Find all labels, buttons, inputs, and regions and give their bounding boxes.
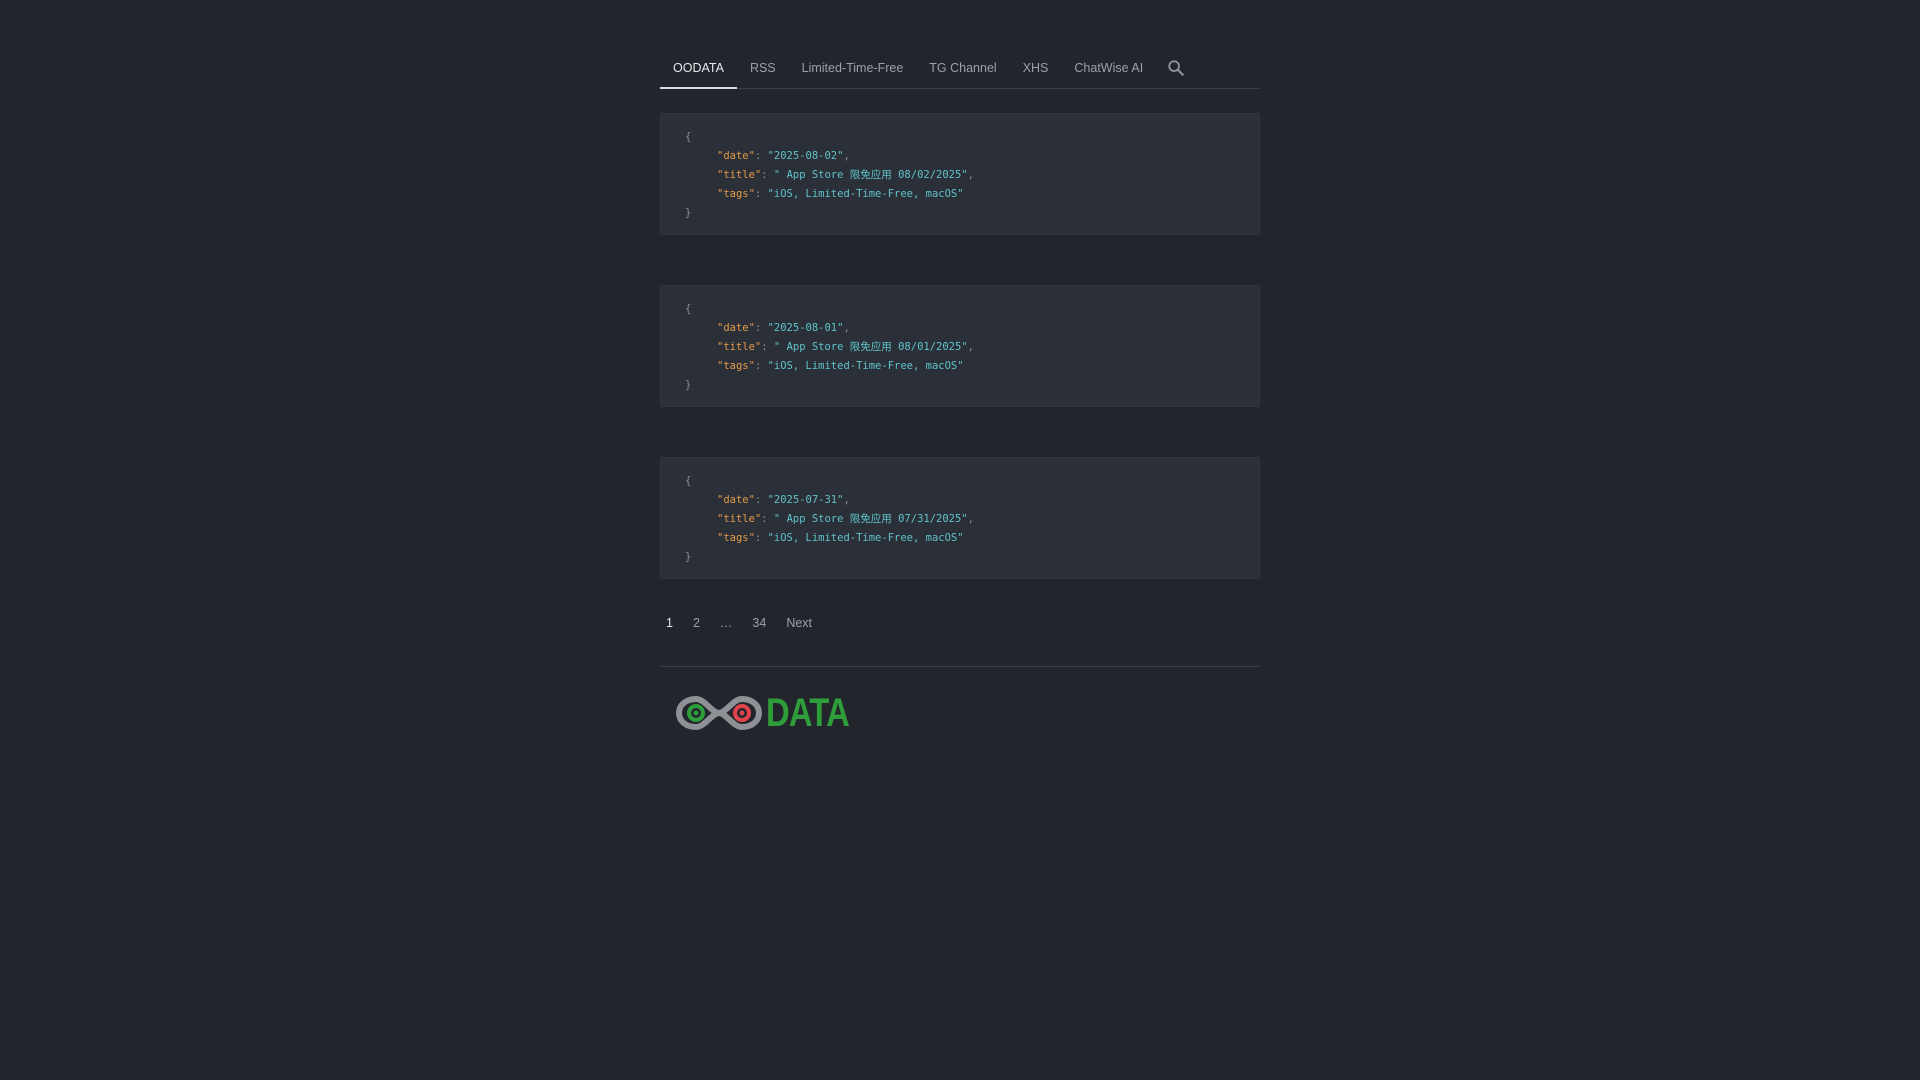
- json-key: "title": [717, 513, 762, 525]
- next-page-link[interactable]: Next: [786, 616, 812, 630]
- json-comma: ,: [843, 150, 850, 162]
- json-key: "title": [717, 341, 762, 353]
- footer: DATA: [660, 666, 1260, 735]
- post-title-link[interactable]: " App Store 限免应用 08/01/2025": [774, 341, 968, 353]
- page-34-link[interactable]: 34: [752, 616, 766, 630]
- json-title-line: "title": " App Store 限免应用 08/02/2025",: [685, 166, 1235, 185]
- post-card[interactable]: { "date": "2025-07-31", "title": " App S…: [660, 457, 1260, 579]
- post-tags: "iOS, Limited-Time-Free, macOS": [767, 360, 964, 372]
- json-key: "tags": [717, 532, 755, 544]
- post-card[interactable]: { "date": "2025-08-01", "title": " App S…: [660, 285, 1260, 407]
- site-logo[interactable]: DATA: [674, 691, 1260, 735]
- json-colon: :: [754, 188, 768, 200]
- json-key: "tags": [717, 188, 755, 200]
- json-close-brace: }: [685, 379, 692, 391]
- json-colon: :: [754, 360, 768, 372]
- json-comma: ,: [843, 322, 850, 334]
- nav-item-limited-time-free[interactable]: Limited-Time-Free: [789, 48, 917, 88]
- top-nav: OODATA RSS Limited-Time-Free TG Channel …: [660, 48, 1260, 89]
- json-open-brace: {: [685, 131, 692, 143]
- post-list: { "date": "2025-08-02", "title": " App S…: [660, 113, 1260, 579]
- nav-item-tg-channel[interactable]: TG Channel: [916, 48, 1009, 88]
- json-open-brace: {: [685, 303, 692, 315]
- json-open-brace: {: [685, 475, 692, 487]
- page-container: OODATA RSS Limited-Time-Free TG Channel …: [660, 48, 1260, 735]
- json-key: "date": [717, 494, 755, 506]
- json-comma: ,: [967, 169, 974, 181]
- json-comma: ,: [843, 494, 850, 506]
- json-title-line: "title": " App Store 限免应用 07/31/2025",: [685, 510, 1235, 529]
- json-date-line: "date": "2025-08-01",: [685, 319, 1235, 338]
- json-comma: ,: [967, 341, 974, 353]
- search-icon: [1168, 60, 1184, 76]
- json-colon: :: [754, 494, 768, 506]
- logo-text: DATA: [766, 691, 850, 735]
- page-2-link[interactable]: 2: [693, 616, 700, 630]
- post-date: "2025-08-01": [767, 322, 844, 334]
- json-colon: :: [754, 150, 768, 162]
- json-key: "title": [717, 169, 762, 181]
- json-colon: :: [761, 513, 774, 525]
- nav-item-oodata[interactable]: OODATA: [660, 48, 737, 89]
- json-date-line: "date": "2025-08-02",: [685, 147, 1235, 166]
- json-colon: :: [754, 322, 768, 334]
- json-colon: :: [754, 532, 768, 544]
- post-title-link[interactable]: " App Store 限免应用 07/31/2025": [774, 513, 968, 525]
- json-tags-line: "tags": "iOS, Limited-Time-Free, macOS": [685, 357, 1235, 376]
- json-tags-line: "tags": "iOS, Limited-Time-Free, macOS": [685, 529, 1235, 548]
- json-colon: :: [761, 169, 774, 181]
- post-date: "2025-07-31": [767, 494, 844, 506]
- json-close-brace: }: [685, 551, 692, 563]
- json-colon: :: [761, 341, 774, 353]
- json-title-line: "title": " App Store 限免应用 08/01/2025",: [685, 338, 1235, 357]
- pagination: 1 2 … 34 Next: [660, 613, 1260, 633]
- post-date: "2025-08-02": [767, 150, 844, 162]
- nav-item-chatwise-ai[interactable]: ChatWise AI: [1061, 48, 1156, 88]
- post-tags: "iOS, Limited-Time-Free, macOS": [767, 188, 964, 200]
- nav-item-xhs[interactable]: XHS: [1010, 48, 1062, 88]
- json-key: "date": [717, 150, 755, 162]
- page-1-link[interactable]: 1: [666, 616, 673, 630]
- page-ellipsis: …: [719, 616, 733, 630]
- json-date-line: "date": "2025-07-31",: [685, 491, 1235, 510]
- json-key: "tags": [717, 360, 755, 372]
- json-key: "date": [717, 322, 755, 334]
- json-comma: ,: [967, 513, 974, 525]
- infinity-logo-icon: [675, 695, 763, 731]
- nav-item-rss[interactable]: RSS: [737, 48, 789, 88]
- search-button[interactable]: [1156, 48, 1196, 88]
- post-tags: "iOS, Limited-Time-Free, macOS": [767, 532, 964, 544]
- json-tags-line: "tags": "iOS, Limited-Time-Free, macOS": [685, 185, 1235, 204]
- post-card[interactable]: { "date": "2025-08-02", "title": " App S…: [660, 113, 1260, 235]
- post-title-link[interactable]: " App Store 限免应用 08/02/2025": [774, 169, 968, 181]
- json-close-brace: }: [685, 207, 692, 219]
